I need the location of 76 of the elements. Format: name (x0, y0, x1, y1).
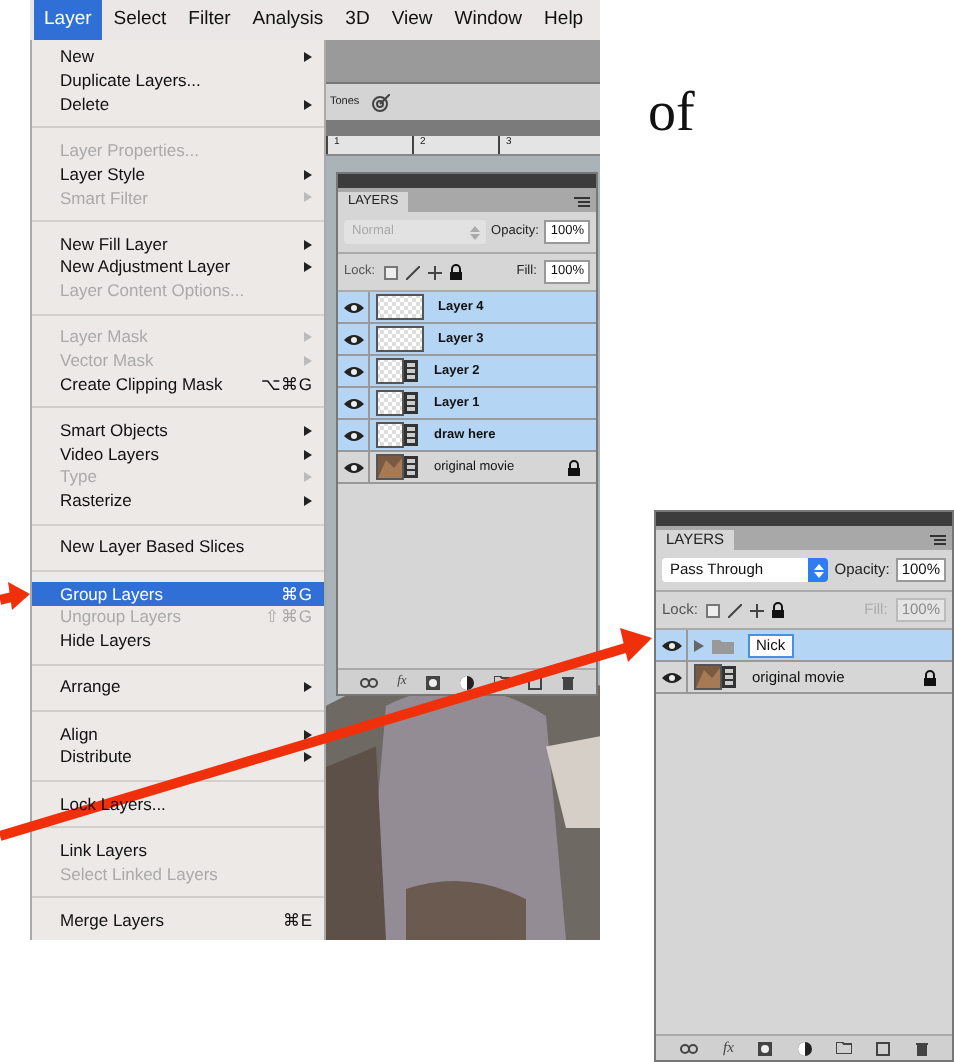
lock-icon (924, 669, 936, 685)
video-layer-thumbnail-icon (376, 358, 420, 384)
stepper-icon (813, 563, 824, 577)
shortcut-label: ⇧⌘G (264, 604, 312, 631)
menu-title[interactable]: Help (534, 0, 594, 40)
menu-item[interactable]: New Fill Layer (32, 232, 324, 256)
shortcut-label: ⌘G (280, 581, 312, 607)
menu-item[interactable]: Smart Objects (32, 419, 324, 443)
shortcut-label: ⌘E (282, 907, 312, 934)
menu-title[interactable]: View (381, 0, 443, 40)
video-layer-thumbnail-icon (376, 390, 420, 416)
layer-thumbnail-icon (376, 326, 424, 352)
menu-title[interactable]: Select (103, 0, 177, 40)
video-layer-thumbnail-icon (376, 422, 420, 448)
menu-item[interactable]: Distribute (32, 745, 324, 770)
menu-title[interactable]: Analysis (242, 0, 334, 40)
move-icon[interactable] (427, 265, 442, 279)
menu-item[interactable]: Link Layers (32, 838, 324, 863)
menu-item[interactable]: Create Clipping Mask ⌥⌘G (32, 372, 324, 397)
lock-icon (449, 264, 462, 280)
menu-title[interactable]: Layer (34, 0, 102, 40)
eye-icon[interactable] (343, 365, 363, 377)
layer-thumbnail-icon (376, 294, 424, 320)
video-layer-thumbnail-icon (694, 664, 738, 690)
brush-icon[interactable] (405, 265, 420, 279)
eye-icon[interactable] (343, 461, 363, 473)
menu-title[interactable]: Window (444, 0, 533, 40)
folder-icon[interactable] (836, 1042, 853, 1054)
eye-icon[interactable] (661, 639, 681, 651)
shortcut-label: ⌥⌘G (260, 371, 312, 398)
eye-icon[interactable] (661, 671, 681, 683)
folder-icon[interactable] (493, 676, 510, 688)
menu-item[interactable]: Hide Layers (32, 629, 324, 653)
menu-item[interactable]: Layer Style (32, 162, 324, 187)
new-layer-icon[interactable] (876, 1041, 891, 1055)
eye-icon[interactable] (343, 397, 363, 409)
adjustment-icon[interactable] (797, 1041, 812, 1055)
airbrush-icon[interactable] (371, 93, 390, 111)
link-icon[interactable] (359, 677, 378, 687)
lock-icon (568, 459, 580, 475)
trash-icon[interactable] (915, 1041, 928, 1055)
menu-title[interactable]: Filter (178, 0, 241, 40)
menu-item[interactable]: Video Layers (32, 442, 324, 466)
mask-icon[interactable] (426, 675, 441, 689)
caption: of (648, 80, 695, 148)
menu-item[interactable]: Align (32, 722, 324, 746)
menu-item[interactable]: Delete (32, 92, 324, 117)
move-icon[interactable] (749, 603, 764, 617)
eye-icon[interactable] (343, 429, 363, 441)
eye-icon[interactable] (343, 301, 363, 313)
menu-item[interactable]: Rasterize (32, 489, 324, 513)
new-layer-icon[interactable] (528, 675, 543, 689)
video-layer-thumbnail-icon (376, 454, 420, 480)
menu-item[interactable]: Group Layers ⌘G (32, 582, 324, 606)
brush-icon[interactable] (727, 603, 742, 617)
folder-icon (712, 637, 734, 653)
stepper-icon (470, 225, 481, 239)
lock-transparency-icon[interactable] (705, 603, 720, 617)
lock-transparency-icon[interactable] (383, 265, 398, 279)
trash-icon[interactable] (562, 675, 575, 689)
menu-item[interactable]: New Layer Based Slices (32, 535, 324, 560)
menu-item[interactable]: New Adjustment Layer (32, 256, 324, 280)
mask-icon[interactable] (758, 1041, 773, 1055)
arrow (0, 582, 30, 610)
menu-item[interactable]: New (32, 46, 324, 70)
panel-menu-icon[interactable] (930, 534, 946, 546)
menu-item[interactable]: Duplicate Layers... (32, 69, 324, 93)
expand-triangle-icon[interactable] (694, 639, 704, 651)
menu-title[interactable]: 3D (335, 0, 380, 40)
lock-icon (771, 602, 784, 618)
panel-menu-icon[interactable] (574, 196, 590, 208)
eye-icon[interactable] (343, 333, 363, 345)
menu-item[interactable]: Arrange (32, 675, 324, 700)
menu-item[interactable]: Merge Layers ⌘E (32, 908, 324, 933)
adjustment-icon[interactable] (459, 675, 474, 689)
link-icon[interactable] (680, 1043, 699, 1053)
